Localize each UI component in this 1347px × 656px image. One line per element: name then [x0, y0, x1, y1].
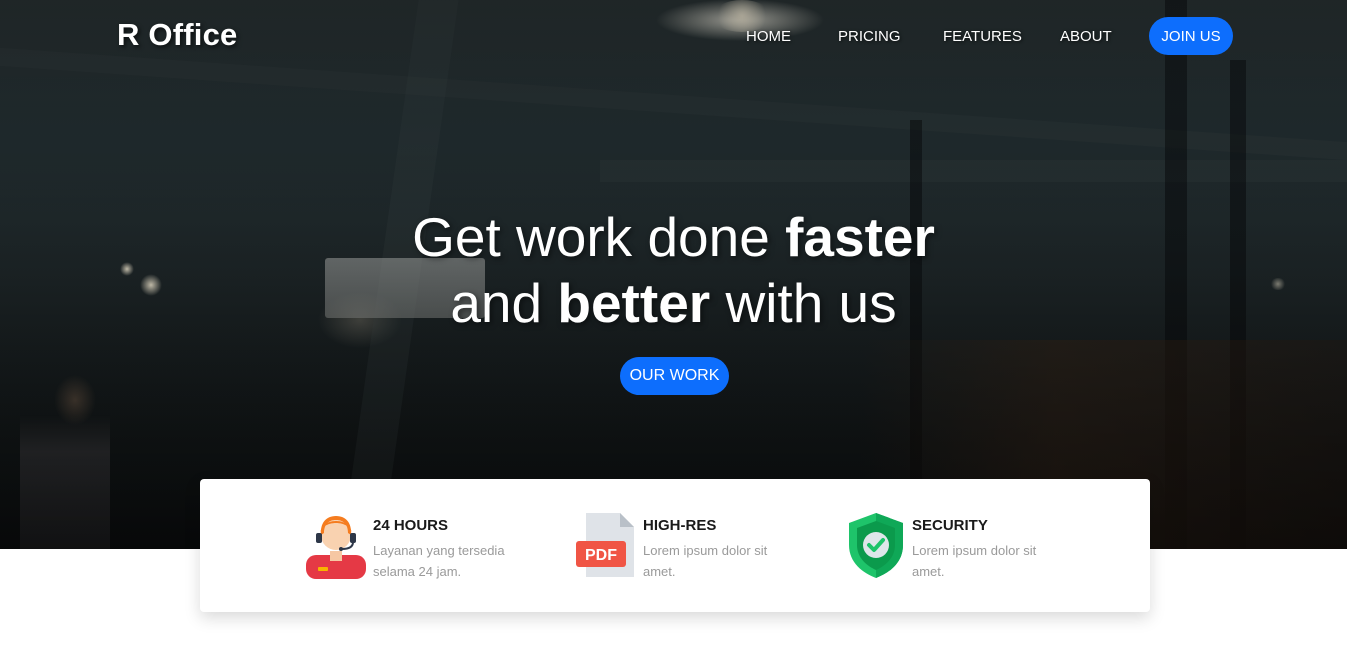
feature-item-high-res: PDF HIGH-RES Lorem ipsum dolor sit amet.	[576, 509, 806, 584]
headline-emphasis-better: better	[557, 272, 711, 334]
hero-headline: Get work done faster and better with us	[0, 204, 1347, 336]
feature-title: SECURITY	[912, 517, 988, 534]
headline-text: and	[450, 272, 558, 334]
join-us-button[interactable]: JOIN US	[1149, 17, 1233, 55]
feature-item-security: SECURITY Lorem ipsum dolor sit amet.	[845, 509, 1075, 584]
nav-link-about[interactable]: ABOUT	[1060, 28, 1112, 45]
feature-description: Lorem ipsum dolor sit amet.	[643, 543, 768, 579]
headline-text: with us	[710, 272, 897, 334]
brand-logo[interactable]: R Office	[117, 17, 237, 53]
feature-description: Lorem ipsum dolor sit amet.	[912, 543, 1037, 579]
headline-emphasis-faster: faster	[785, 206, 935, 268]
features-card: 24 HOURS Layanan yang tersedia selama 24…	[200, 479, 1150, 612]
nav-link-pricing[interactable]: PRICING	[838, 28, 901, 45]
pdf-file-icon: PDF	[576, 513, 634, 577]
customer-support-icon	[306, 516, 366, 579]
security-shield-icon	[849, 513, 903, 578]
headline-text: Get work done	[412, 206, 786, 268]
feature-description: Layanan yang tersedia selama 24 jam.	[373, 543, 505, 579]
our-work-button[interactable]: OUR WORK	[620, 357, 729, 395]
svg-text:PDF: PDF	[585, 547, 617, 564]
feature-item-24-hours: 24 HOURS Layanan yang tersedia selama 24…	[306, 509, 536, 584]
feature-title: 24 HOURS	[373, 517, 449, 534]
feature-title: HIGH-RES	[643, 517, 717, 534]
nav-link-home[interactable]: HOME	[746, 28, 791, 45]
nav-link-features[interactable]: FEATURES	[943, 28, 1022, 45]
